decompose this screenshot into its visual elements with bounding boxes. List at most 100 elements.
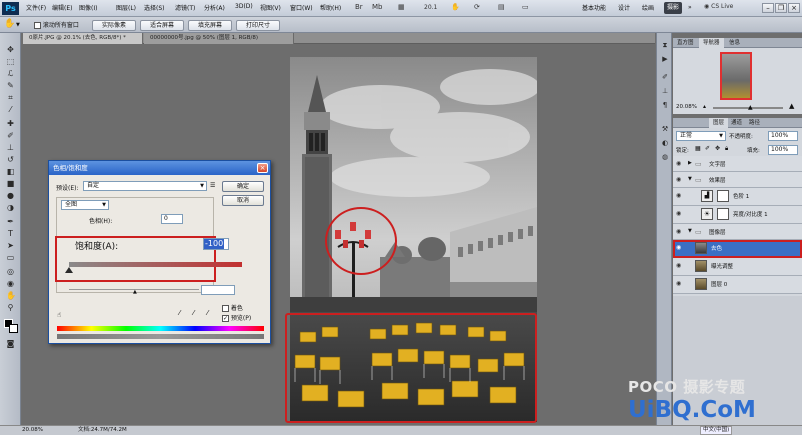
eyedropper-icon[interactable]: ⁄	[179, 309, 180, 317]
hue-input[interactable]: 0	[161, 214, 183, 224]
layer-row[interactable]: ◉ 曝光调整	[673, 258, 802, 276]
hand-adjust-icon[interactable]: ☝	[57, 311, 61, 319]
tab-document[interactable]: 00000000号.jpg @ 50% (图层 1, RGB/8)	[144, 33, 294, 44]
layer-row-selected[interactable]: ◉ 去色	[673, 240, 802, 258]
fill-screen-button[interactable]: 填充屏幕	[188, 20, 232, 31]
minibridge-icon[interactable]: Mb	[372, 3, 382, 11]
menu-select[interactable]: 选择(S)	[144, 3, 165, 12]
pen-tool-icon[interactable]: ✒	[6, 217, 15, 226]
ok-button[interactable]: 确定	[222, 181, 264, 192]
view-extras-icon[interactable]: ▦	[398, 3, 405, 11]
shape-tool-icon[interactable]: ▭	[6, 253, 15, 262]
preview-checkbox[interactable]: ✓ 预览(P)	[222, 313, 251, 322]
3d-camera-tool-icon[interactable]: ◉	[6, 279, 15, 288]
minimize-icon[interactable]: –	[762, 3, 774, 13]
lock-transparent-icon[interactable]: ▦	[695, 145, 701, 152]
lock-image-icon[interactable]: ✐	[705, 145, 710, 152]
eye-icon[interactable]: ◉	[676, 192, 684, 199]
actual-pixels-button[interactable]: 实际像素	[92, 20, 136, 31]
clone-stamp-tool-icon[interactable]: ⊥	[6, 143, 15, 152]
print-size-button[interactable]: 打印尺寸	[236, 20, 280, 31]
tab-info[interactable]: 信息	[725, 38, 744, 48]
saturation-slider-thumb[interactable]	[65, 267, 73, 273]
menu-image[interactable]: 图像(I)	[79, 3, 97, 12]
tab-document-active[interactable]: 0原片.JPG @ 20.1% (去色, RGB/8*) *	[23, 33, 143, 44]
background-color-swatch[interactable]	[9, 324, 18, 333]
blend-mode-select[interactable]: 正常 ▼	[676, 131, 726, 141]
navigator-zoom-thumb[interactable]: ▲	[748, 104, 753, 111]
tab-histogram[interactable]: 直方图	[673, 38, 698, 48]
zoom-level[interactable]: 20.1	[424, 4, 437, 11]
ime-indicator[interactable]: 中文(中国)	[700, 426, 733, 435]
eye-icon[interactable]: ◉	[676, 228, 684, 235]
healing-brush-tool-icon[interactable]: ✚	[6, 119, 15, 128]
eye-icon[interactable]: ◉	[676, 280, 684, 287]
masks-panel-icon[interactable]: ◍	[660, 153, 670, 162]
quick-select-tool-icon[interactable]: ✎	[6, 81, 15, 90]
path-select-tool-icon[interactable]: ➤	[6, 241, 15, 250]
eye-icon[interactable]: ◉	[676, 244, 684, 251]
tab-channels[interactable]: 通道	[727, 118, 746, 128]
cs-live-button[interactable]: ◉ CS Live	[704, 3, 733, 10]
dodge-tool-icon[interactable]: ◑	[6, 203, 15, 212]
zoom-out-icon[interactable]: ▴	[703, 103, 706, 110]
eye-icon[interactable]: ◉	[676, 262, 684, 269]
hand-tool-icon[interactable]: ✋	[6, 291, 16, 300]
workspace-more-icon[interactable]: »	[688, 4, 692, 11]
history-panel-icon[interactable]: ⧗	[660, 41, 670, 50]
channel-select[interactable]: 全图 ▼	[61, 200, 109, 210]
bridge-icon[interactable]: Br	[355, 3, 363, 11]
menu-layer[interactable]: 图层(L)	[116, 3, 136, 12]
layer-row[interactable]: ◉ ▟ 色阶 1	[673, 188, 802, 206]
tab-paths[interactable]: 路径	[745, 118, 764, 128]
restore-icon[interactable]: ❐	[775, 3, 787, 13]
menu-file[interactable]: 文件(F)	[26, 3, 46, 12]
saturation-slider-track[interactable]	[69, 262, 242, 267]
paragraph-panel-icon[interactable]: ¶	[660, 101, 670, 110]
tool-preset-dropdown-icon[interactable]: ▼	[16, 22, 20, 28]
collapse-arrow-icon[interactable]: ▼	[688, 228, 692, 234]
expand-arrow-icon[interactable]: ▶	[688, 160, 692, 166]
eye-icon[interactable]: ◉	[676, 176, 684, 183]
blur-tool-icon[interactable]: ●	[6, 191, 15, 200]
layer-row[interactable]: ◉ ☀ 亮度/对比度 1	[673, 206, 802, 224]
eye-icon[interactable]: ◉	[676, 210, 684, 217]
fit-screen-button[interactable]: 适合屏幕	[140, 20, 184, 31]
actions-panel-icon[interactable]: ▶	[660, 55, 670, 64]
layer-mask-thumb[interactable]	[717, 208, 729, 220]
arrange-docs-icon[interactable]: ▤	[498, 3, 505, 11]
lock-position-icon[interactable]: ✥	[715, 145, 720, 152]
menu-view[interactable]: 视图(V)	[260, 3, 281, 12]
crop-tool-icon[interactable]: ⌗	[6, 93, 15, 102]
tab-layers[interactable]: 图层	[709, 118, 729, 128]
layer-row[interactable]: ◉ ▶ ▭ 文字层	[673, 156, 802, 172]
rotate-view-icon[interactable]: ⟳	[474, 3, 480, 11]
hand-icon[interactable]: ✋	[451, 3, 460, 11]
marquee-tool-icon[interactable]: ⬚	[6, 57, 15, 66]
workspace-design[interactable]: 设计	[618, 3, 630, 12]
menu-help[interactable]: 帮助(H)	[320, 3, 341, 12]
hand-tool-icon[interactable]: ✋	[4, 19, 15, 29]
lock-all-icon[interactable]: 🔒︎	[725, 145, 728, 153]
history-brush-tool-icon[interactable]: ↺	[6, 155, 15, 164]
status-zoom[interactable]: 20.08%	[22, 426, 43, 435]
tool-presets-panel-icon[interactable]: ⚒	[660, 125, 670, 134]
lightness-slider-thumb[interactable]: ▲	[133, 289, 137, 295]
screen-mode-icon[interactable]: ▭	[522, 3, 529, 11]
layer-row[interactable]: ◉ ▼ ▭ 效果层	[673, 172, 802, 188]
cancel-button[interactable]: 取消	[222, 195, 264, 206]
gradient-tool-icon[interactable]: ■	[6, 179, 15, 188]
opacity-input[interactable]: 100%	[768, 131, 798, 141]
type-tool-icon[interactable]: T	[6, 229, 15, 238]
navigator-thumbnail[interactable]	[720, 52, 752, 100]
workspace-photography[interactable]: 摄影	[664, 2, 682, 14]
close-icon[interactable]: ×	[257, 163, 268, 173]
layer-mask-thumb[interactable]	[717, 190, 729, 202]
collapse-arrow-icon[interactable]: ▼	[688, 176, 692, 182]
lasso-tool-icon[interactable]: ℒ	[6, 69, 15, 78]
workspace-painting[interactable]: 绘画	[642, 3, 654, 12]
preset-options-icon[interactable]: ☰	[210, 182, 215, 189]
3d-rotate-tool-icon[interactable]: ◎	[6, 267, 15, 276]
move-tool-icon[interactable]: ✥	[6, 45, 15, 54]
saturation-input[interactable]: -100	[203, 238, 229, 250]
